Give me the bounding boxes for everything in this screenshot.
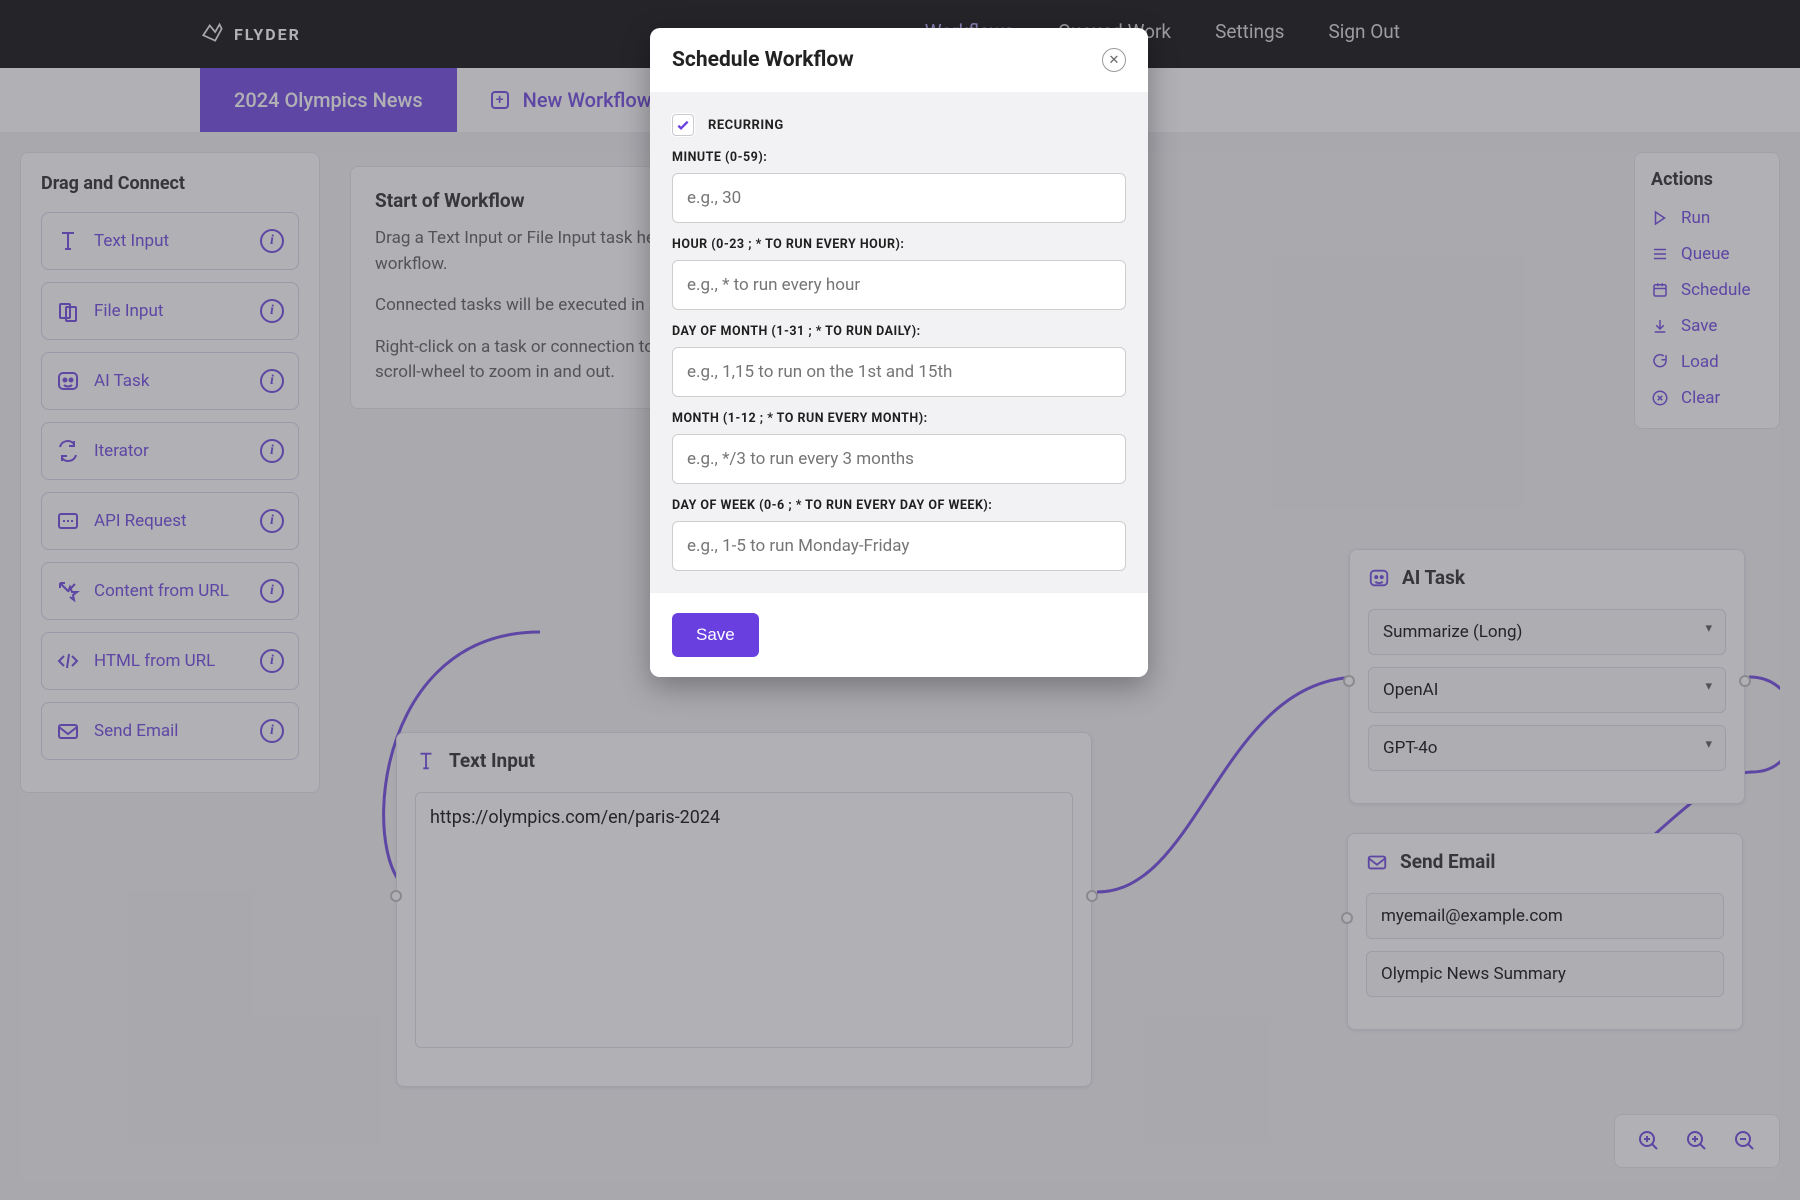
modal-overlay[interactable]: Schedule Workflow ✕ Recurring Minute (0-…: [0, 0, 1800, 1200]
recurring-label: Recurring: [708, 118, 784, 133]
schedule-modal: Schedule Workflow ✕ Recurring Minute (0-…: [650, 28, 1148, 677]
check-icon: [675, 117, 691, 133]
modal-close-button[interactable]: ✕: [1102, 48, 1126, 72]
minute-input[interactable]: [672, 173, 1126, 223]
modal-title: Schedule Workflow: [672, 48, 854, 72]
dow-label: Day of Week (0-6 ; * to run every day of…: [672, 498, 1126, 513]
dom-label: Day of Month (1-31 ; * to run daily):: [672, 324, 1126, 339]
month-label: Month (1-12 ; * to run every month):: [672, 411, 1126, 426]
day-of-week-input[interactable]: [672, 521, 1126, 571]
hour-input[interactable]: [672, 260, 1126, 310]
minute-label: Minute (0-59):: [672, 150, 1126, 165]
recurring-checkbox[interactable]: [672, 114, 694, 136]
close-icon: ✕: [1109, 53, 1120, 68]
hour-label: Hour (0-23 ; * to run every hour):: [672, 237, 1126, 252]
month-input[interactable]: [672, 434, 1126, 484]
save-button[interactable]: Save: [672, 613, 759, 657]
day-of-month-input[interactable]: [672, 347, 1126, 397]
